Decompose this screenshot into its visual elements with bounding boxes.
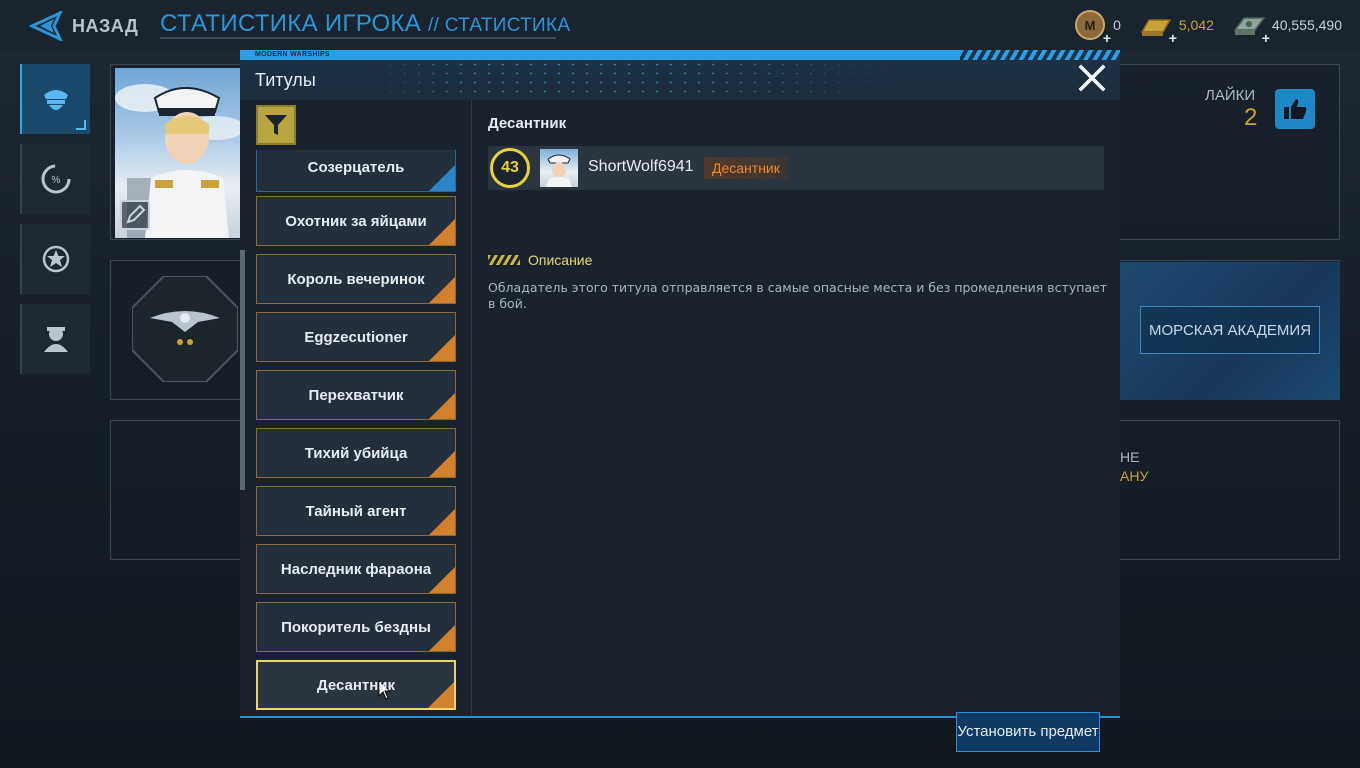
peek-line-2: АНУ — [1120, 468, 1149, 484]
title-item[interactable]: Созерцатель — [256, 150, 456, 192]
title-item-label: Eggzecutioner — [304, 328, 408, 346]
install-item-button[interactable]: Установить предмет — [956, 712, 1100, 752]
title-item[interactable]: Перехватчик — [256, 370, 456, 420]
title-item[interactable]: Король вечеринок — [256, 254, 456, 304]
currency-gold[interactable]: + 5,042 — [1139, 10, 1214, 46]
title-item-label: Наследник фараона — [280, 560, 432, 578]
titles-list: Созерцатель Охотник за яйцами Король веч… — [256, 150, 456, 710]
medal-star-icon — [42, 245, 70, 273]
titles-modal: MODERN WARSHIPS Титулы Созерцатель Охотн… — [240, 50, 1120, 752]
title-item-label: Перехватчик — [308, 386, 404, 404]
naval-academy-button[interactable]: МОРСКАЯ АКАДЕМИЯ — [1140, 306, 1320, 354]
rank-badge — [131, 275, 239, 383]
gold-bar-icon: + — [1139, 10, 1177, 46]
title-item-label: Тайный агент — [305, 502, 407, 520]
description-text: Обладатель этого титула отправляется в с… — [488, 280, 1108, 311]
decorative-dots — [370, 60, 890, 98]
currency-medals[interactable]: M + 0 — [1073, 10, 1121, 46]
filter-funnel-icon — [265, 115, 287, 135]
preview-avatar — [540, 149, 578, 187]
title-item-label: Тихий убийца — [304, 444, 408, 462]
captain-hat-icon — [44, 90, 68, 110]
add-gold-icon[interactable]: + — [1169, 30, 1177, 46]
title-item-label: Король вечеринок — [287, 270, 425, 288]
detail-title-name: Десантник — [488, 115, 567, 132]
title-item[interactable]: Eggzecutioner — [256, 312, 456, 362]
thumbs-up-icon — [1284, 99, 1307, 119]
modal-brand-label: MODERN WARSHIPS — [255, 51, 330, 58]
back-arrow-icon — [28, 11, 63, 41]
filter-button[interactable] — [256, 105, 296, 145]
svg-text:%: % — [52, 175, 61, 186]
title-item-label: Созерцатель — [307, 158, 405, 176]
close-icon[interactable] — [1078, 64, 1106, 92]
crew-icon — [44, 327, 68, 352]
description-label: Описание — [528, 252, 593, 268]
currency-cash[interactable]: + 40,555,490 — [1232, 10, 1342, 46]
currency-value: 0 — [1113, 17, 1121, 33]
title-underline — [160, 37, 556, 39]
likes-count: 2 — [1244, 104, 1258, 131]
list-scrollbar[interactable] — [240, 250, 245, 490]
title-item-selected[interactable]: Десантник — [256, 660, 456, 710]
title-item[interactable]: Тайный агент — [256, 486, 456, 536]
medal-coin-icon: M + — [1073, 10, 1111, 46]
preview-player-name: ShortWolf6941 — [588, 158, 694, 175]
page-subtitle: // СТАТИСТИКА — [428, 15, 571, 36]
add-medals-icon[interactable]: + — [1103, 30, 1111, 46]
back-label: НАЗАД — [72, 15, 139, 36]
edit-avatar-icon[interactable] — [120, 200, 150, 230]
percent-gauge-icon: % — [41, 164, 71, 194]
title-item[interactable]: Охотник за яйцами — [256, 196, 456, 246]
currency-value: 5,042 — [1178, 17, 1214, 33]
like-button[interactable] — [1275, 89, 1315, 129]
description-hatch-icon — [488, 255, 520, 265]
tab-crew[interactable] — [20, 304, 90, 374]
modal-header: MODERN WARSHIPS Титулы — [240, 50, 1120, 100]
title-item-label: Десантник — [316, 676, 396, 694]
likes-label: ЛАЙКИ — [1205, 87, 1256, 104]
peek-line-1: НЕ — [1120, 449, 1140, 465]
cash-stack-icon: + — [1232, 10, 1270, 46]
modal-title: Титулы — [255, 70, 316, 90]
title-item[interactable]: Наследник фараона — [256, 544, 456, 594]
add-cash-icon[interactable]: + — [1262, 30, 1270, 46]
tab-achievements[interactable] — [20, 224, 90, 294]
preview-title-badge: Десантник — [704, 157, 788, 179]
tab-stats[interactable]: % — [20, 144, 90, 214]
back-button[interactable]: НАЗАД — [28, 10, 138, 42]
page-title: СТАТИСТИКА ИГРОКА // СТАТИСТИКА — [160, 10, 570, 38]
title-item[interactable]: Тихий убийца — [256, 428, 456, 478]
title-item[interactable]: Покоритель бездны — [256, 602, 456, 652]
page-title-text: СТАТИСТИКА ИГРОКА — [160, 10, 422, 37]
modal-stripe-hatch — [960, 50, 1120, 60]
description-header: Описание — [488, 252, 592, 268]
player-level: 43 — [490, 148, 530, 188]
partially-hidden-text: НЕ АНУ — [1120, 448, 1148, 486]
top-bar: НАЗАД СТАТИСТИКА ИГРОКА // СТАТИСТИКА M … — [0, 0, 1360, 50]
title-detail: Десантник 43 ShortWolf6941 Десантник Опи… — [472, 100, 1120, 752]
tab-profile[interactable] — [20, 64, 90, 134]
currency-bar: M + 0 + 5,042 + 40,555,490 — [1073, 8, 1342, 46]
title-item-label: Покоритель бездны — [281, 618, 431, 636]
captain-portrait-small — [546, 154, 572, 187]
title-item-label: Охотник за яйцами — [285, 212, 427, 230]
currency-value: 40,555,490 — [1271, 17, 1342, 33]
svg-text:M: M — [1085, 18, 1096, 33]
nameplate-preview: 43 ShortWolf6941 Десантник — [488, 146, 1104, 190]
rank-eagle-icon — [131, 275, 239, 383]
